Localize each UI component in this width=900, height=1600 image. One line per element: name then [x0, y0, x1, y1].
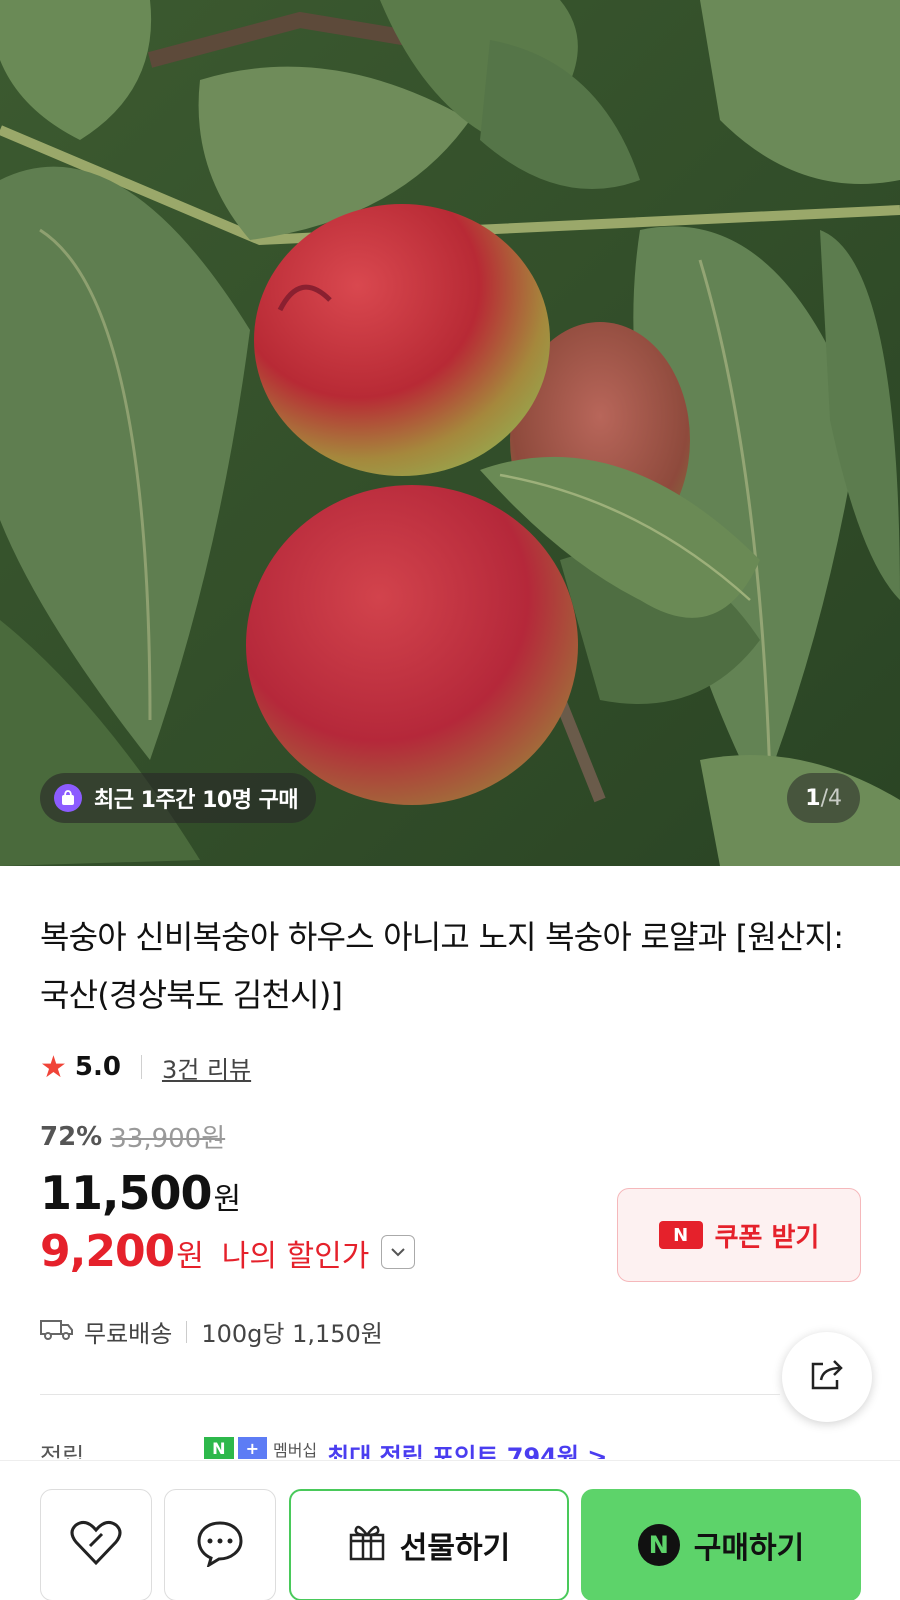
image-counter-total: 4 — [828, 785, 842, 811]
share-button[interactable] — [782, 1332, 872, 1422]
shipping-text: 무료배송 — [84, 1320, 173, 1348]
image-counter-current: 1 — [805, 785, 821, 811]
sale-price-value: 11,500 — [40, 1166, 213, 1220]
buy-button[interactable]: N 구매하기 — [581, 1489, 861, 1600]
chevron-down-icon[interactable] — [381, 1234, 416, 1269]
product-image-carousel[interactable]: 최근 1주간 10명 구매 1 / 4 — [0, 0, 900, 866]
recent-purchase-badge: 최근 1주간 10명 구매 — [40, 773, 317, 823]
image-counter: 1 / 4 — [787, 773, 860, 823]
gift-icon — [348, 1521, 386, 1569]
gift-button-label: 선물하기 — [399, 1531, 511, 1566]
buy-button-label: 구매하기 — [693, 1531, 805, 1566]
max-points-link[interactable]: 최대 적립 포인트 794원 > — [327, 1437, 607, 1459]
recent-purchase-text: 최근 1주간 10명 구매 — [94, 788, 299, 813]
heart-icon — [68, 1518, 124, 1572]
gift-button[interactable]: 선물하기 — [289, 1489, 569, 1600]
my-price-value: 9,200 — [40, 1226, 175, 1277]
points-label: 적립 — [40, 1443, 85, 1459]
chat-icon — [195, 1519, 245, 1571]
discount-rate: 72% — [40, 1121, 103, 1152]
bottom-action-bar: 선물하기 N 구매하기 — [0, 1460, 900, 1600]
naver-pay-logo: N — [637, 1524, 680, 1566]
my-price-unit: 원 — [176, 1239, 204, 1274]
plus-badge: + — [237, 1437, 267, 1459]
naver-badge: N — [204, 1437, 234, 1459]
star-icon: ★ — [40, 1049, 67, 1085]
points-row[interactable]: 적립 N + 멤버십 최대 적립 포인트 794원 > — [40, 1437, 780, 1459]
rating-row: ★ 5.0 3건 리뷰 — [40, 1048, 251, 1086]
unit-price: 100g당 1,150원 — [201, 1320, 383, 1348]
rating-divider — [140, 1055, 142, 1079]
image-counter-separator: / — [820, 785, 828, 811]
shipping-row: 무료배송 100g당 1,150원 — [40, 1314, 383, 1349]
membership-label: 멤버십 — [272, 1441, 318, 1459]
product-photo — [0, 0, 900, 866]
coupon-button[interactable]: N 쿠폰 받기 — [617, 1188, 861, 1282]
sale-price-unit: 원 — [213, 1182, 242, 1217]
sale-price: 11,500 원 — [40, 1166, 241, 1220]
like-button[interactable] — [40, 1489, 152, 1600]
section-divider — [40, 1394, 780, 1395]
my-discount-price: 9,200 원 나의 할인가 — [40, 1226, 416, 1277]
npay-coupon-badge: N — [658, 1221, 703, 1249]
bag-icon — [54, 784, 82, 812]
product-title: 복숭아 신비복숭아 하우스 아니고 노지 복숭아 로얄과 [원산지:국산(경상북… — [40, 918, 844, 1014]
truck-icon — [40, 1318, 74, 1346]
membership-badges: N + — [204, 1437, 267, 1459]
coupon-button-label: 쿠폰 받기 — [714, 1222, 820, 1253]
review-link[interactable]: 3건 리뷰 — [162, 1050, 251, 1085]
share-icon — [807, 1356, 847, 1398]
shipping-divider — [186, 1320, 188, 1343]
rating-score: 5.0 — [74, 1052, 121, 1082]
my-price-label: 나의 할인가 — [221, 1239, 370, 1274]
talk-button[interactable] — [164, 1489, 276, 1600]
original-price: 33,900원 — [110, 1124, 226, 1154]
discount-row: 72% 33,900원 — [40, 1118, 225, 1155]
